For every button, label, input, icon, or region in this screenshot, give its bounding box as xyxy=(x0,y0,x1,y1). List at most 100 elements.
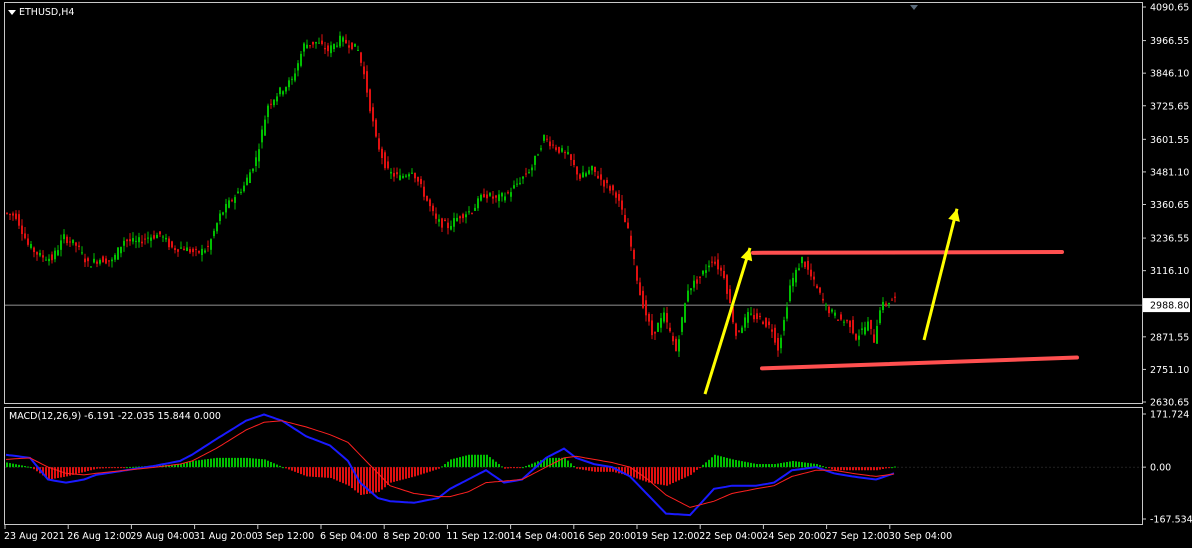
bull-candle xyxy=(501,193,503,197)
histogram-bar xyxy=(855,467,857,471)
histogram-bar xyxy=(531,463,533,468)
histogram-bar xyxy=(771,464,773,468)
bull-candle xyxy=(303,43,305,52)
histogram-bar xyxy=(552,457,554,468)
bull-candle xyxy=(537,154,539,156)
bear-candle xyxy=(852,319,854,334)
bull-candle xyxy=(252,168,254,172)
histogram-bar xyxy=(390,467,392,483)
histogram-bar xyxy=(846,467,848,471)
bull-candle xyxy=(273,99,275,106)
bull-candle xyxy=(879,310,881,324)
histogram-bar xyxy=(243,457,245,468)
histogram-bar xyxy=(879,467,881,470)
bear-candle xyxy=(168,238,170,248)
bear-candle xyxy=(483,194,485,198)
bear-candle xyxy=(672,336,674,342)
bear-candle xyxy=(828,306,830,314)
bear-candle xyxy=(696,279,698,284)
bear-candle xyxy=(633,249,635,260)
histogram-bar xyxy=(573,465,575,468)
histogram-bar xyxy=(87,467,89,472)
bear-candle xyxy=(84,258,86,263)
histogram-bar xyxy=(681,467,683,479)
histogram-bar xyxy=(321,467,323,478)
histogram-bar xyxy=(231,457,233,468)
histogram-bar xyxy=(825,467,827,469)
histogram-bar xyxy=(891,467,893,469)
histogram-bar xyxy=(507,467,509,469)
bull-candle xyxy=(93,258,95,263)
bull-candle xyxy=(165,237,167,240)
bear-candle xyxy=(711,261,713,263)
bear-candle xyxy=(627,222,629,229)
bear-candle xyxy=(372,107,374,122)
histogram-bar xyxy=(282,467,284,469)
histogram-bar xyxy=(756,464,758,468)
bear-candle xyxy=(42,255,44,258)
bear-candle xyxy=(75,242,77,246)
histogram-bar xyxy=(471,454,473,468)
bull-candle xyxy=(864,327,866,335)
bull-candle xyxy=(267,105,269,118)
bear-candle xyxy=(759,316,761,318)
bull-candle xyxy=(63,234,65,240)
histogram-bar xyxy=(582,467,584,470)
bull-candle xyxy=(867,321,869,331)
bear-candle xyxy=(417,176,419,182)
histogram-bar xyxy=(465,455,467,468)
price-tick-label: 3360.65 xyxy=(1150,200,1189,211)
histogram-bar xyxy=(426,467,428,473)
histogram-bar xyxy=(297,467,299,473)
histogram-bar xyxy=(558,457,560,468)
histogram-bar xyxy=(651,467,653,484)
bear-candle xyxy=(651,320,653,336)
current-price-tag: 2988.80 xyxy=(1143,298,1190,313)
histogram-bar xyxy=(429,467,431,472)
price-tick-label: 3481.10 xyxy=(1150,167,1189,178)
histogram-bar xyxy=(768,464,770,468)
bear-candle xyxy=(816,285,818,289)
histogram-bar xyxy=(75,467,77,475)
bear-candle xyxy=(765,317,767,327)
histogram-bar xyxy=(195,460,197,468)
macd-tick-label: -167.534 xyxy=(1150,515,1192,526)
histogram-bar xyxy=(186,462,188,468)
histogram-bar xyxy=(237,457,239,468)
bear-candle xyxy=(723,270,725,278)
bull-candle xyxy=(438,219,440,222)
bear-candle xyxy=(270,103,272,105)
bear-candle xyxy=(24,233,26,239)
histogram-bar xyxy=(414,467,416,477)
time-tick-label: 29 Aug 04:00 xyxy=(130,531,194,542)
histogram-bar xyxy=(114,467,116,469)
bull-candle xyxy=(861,328,863,330)
histogram-bar xyxy=(441,466,443,468)
bear-candle xyxy=(378,138,380,150)
histogram-bar xyxy=(876,467,878,471)
bull-candle xyxy=(498,194,500,202)
histogram-bar xyxy=(81,467,83,473)
bull-candle xyxy=(690,288,692,291)
histogram-bar xyxy=(468,454,470,468)
bull-candle xyxy=(162,236,164,238)
bear-candle xyxy=(177,249,179,252)
bull-candle xyxy=(246,177,248,186)
bear-candle xyxy=(348,45,350,48)
time-tick-label: 3 Sep 12:00 xyxy=(257,531,314,542)
histogram-bar xyxy=(723,457,725,468)
bull-candle xyxy=(318,42,320,44)
histogram-bar xyxy=(129,466,131,468)
bull-candle xyxy=(480,194,482,201)
histogram-bar xyxy=(315,467,317,478)
bear-candle xyxy=(576,166,578,175)
time-tick-label: 14 Sep 04:00 xyxy=(510,531,573,542)
bull-candle xyxy=(513,185,515,189)
histogram-bar xyxy=(27,466,29,468)
bear-candle xyxy=(183,248,185,251)
histogram-bar xyxy=(432,467,434,471)
histogram-bar xyxy=(705,462,707,468)
bear-candle xyxy=(771,329,773,332)
histogram-bar xyxy=(69,467,71,476)
bear-candle xyxy=(486,194,488,199)
